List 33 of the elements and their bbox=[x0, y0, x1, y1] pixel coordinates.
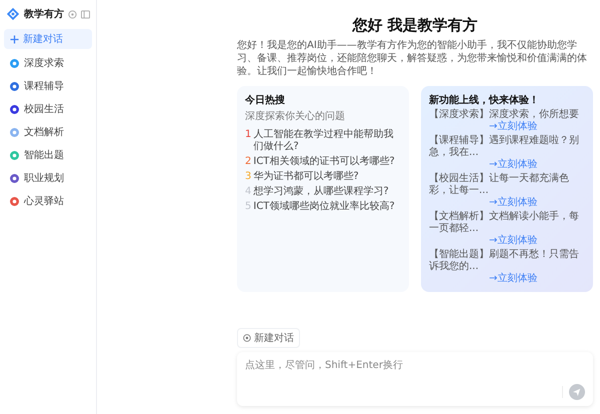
card-subtitle: 深度探索你关心的问题 bbox=[245, 110, 346, 123]
send-icon[interactable] bbox=[569, 384, 585, 400]
rank-number: 1 bbox=[245, 129, 252, 142]
sidebar-item[interactable]: 心灵驿站 bbox=[4, 190, 92, 212]
hot-question-link[interactable]: ICT相关领域的证书可以考哪些? bbox=[253, 156, 395, 168]
logo-icon bbox=[6, 6, 20, 22]
sidebar-item[interactable]: 校园生活 bbox=[4, 98, 92, 120]
new-chat-icon bbox=[243, 334, 251, 342]
hot-question-link[interactable]: 想学习鸿蒙，从哪些课程学习? bbox=[253, 186, 389, 198]
settings-icon[interactable] bbox=[68, 10, 77, 18]
feature-description: 【校园生活】让每一天都充满色彩，让每一... bbox=[429, 173, 570, 196]
card-title: 新功能上线，快来体验！ bbox=[429, 93, 540, 107]
card-title: 今日热搜 bbox=[245, 94, 286, 107]
feature-description: 【文档解析】文档解读小能手，每一页都轻... bbox=[429, 211, 580, 234]
sidebar-item[interactable]: 深度求索 bbox=[4, 52, 92, 74]
hot-question-link[interactable]: ICT领域哪些岗位就业率比较高? bbox=[253, 201, 395, 213]
intro-text: 您好！我是您的AI助手——教学有方作为您的智能小助手，我不仅能协助您学习、备课、推荐岗位，还能陪您聊天，解答疑惑，为您带来愉悦和价值满满的体验。让我们一起愉快地合作吧！ bbox=[237, 39, 588, 78]
sidebar-item[interactable]: 课程辅导 bbox=[4, 75, 92, 97]
hot-question-link[interactable]: 华为证书都可以考哪些? bbox=[253, 171, 359, 183]
new-chat-button[interactable]: 新建对话 bbox=[237, 328, 300, 348]
page-title: 您好 我是教学有方 bbox=[351, 16, 479, 35]
sidebar-item[interactable]: 职业规划 bbox=[4, 167, 92, 189]
feature-description: 【智能出题】刷题不再愁！只需告诉我您的... bbox=[429, 249, 580, 272]
hot-question-link[interactable]: 人工智能在教学过程中能帮助我们做什么? bbox=[253, 129, 401, 153]
rank-number: 3 bbox=[245, 171, 252, 183]
feature-description: 【深度求索】深度求索，你所想要 bbox=[429, 109, 580, 120]
rank-number: 2 bbox=[245, 156, 252, 168]
app-name: 教学有方 bbox=[24, 7, 64, 21]
feature-description: 【课程辅导】遇到课程难题啦？别急，我在... bbox=[429, 135, 580, 158]
sidebar-toggle-icon[interactable] bbox=[81, 10, 90, 18]
plus-icon bbox=[10, 34, 19, 44]
sidebar-item[interactable]: 文档解析 bbox=[4, 121, 92, 143]
sidebar-item[interactable]: 智能出题 bbox=[4, 144, 92, 166]
